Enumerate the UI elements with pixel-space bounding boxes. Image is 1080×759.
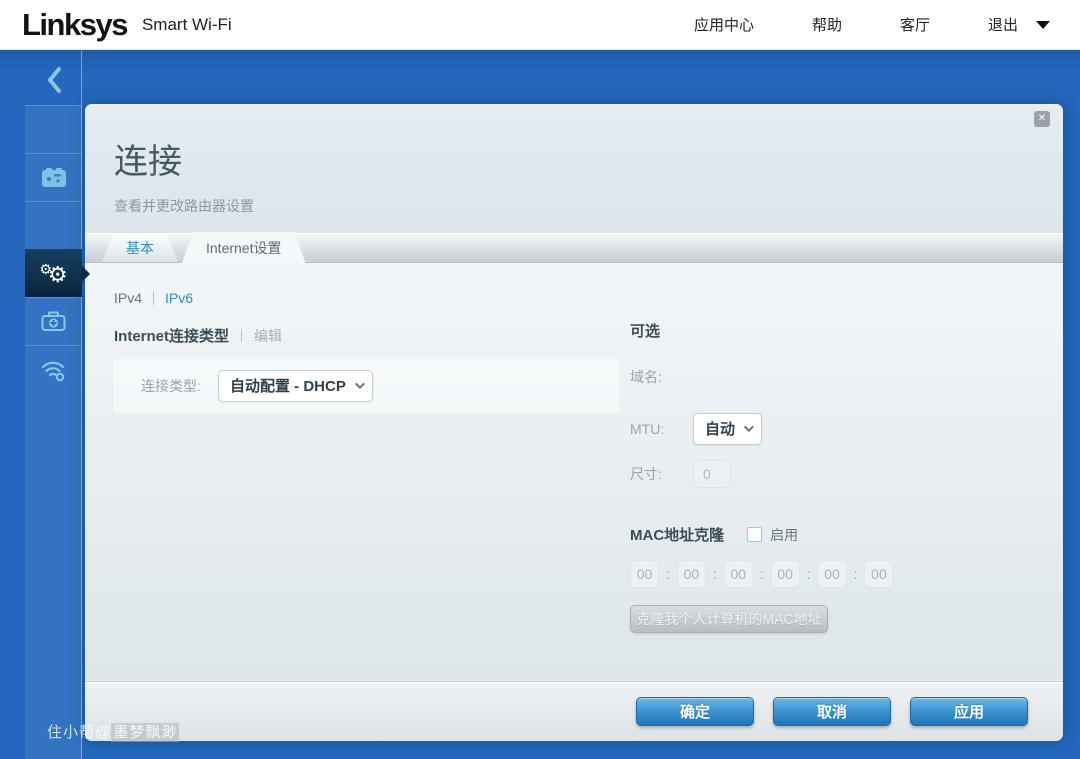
sidebar-item-troubleshooting[interactable]	[25, 297, 82, 345]
modal-header: 连接 查看并更改路由器设置	[85, 104, 1063, 233]
sidebar: ⚙⚙	[0, 50, 82, 759]
apply-button[interactable]: 应用	[910, 697, 1028, 726]
product-name: Smart Wi-Fi	[142, 15, 232, 35]
sidebar-item-settings-active[interactable]: ⚙⚙	[25, 249, 82, 297]
cancel-button[interactable]: 取消	[773, 697, 891, 726]
modal-footer: 确定 取消 应用	[85, 681, 1063, 741]
mac-address-inputs: 00 : 00 : 00 : 00 : 00 : 00	[630, 560, 1040, 588]
ok-button[interactable]: 确定	[636, 697, 754, 726]
tab-basic[interactable]: 基本	[102, 233, 178, 262]
connectivity-modal: ✕ 连接 查看并更改路由器设置 基本 Internet设置 IPv4 IPv6 …	[85, 104, 1063, 741]
nav-logout[interactable]: 退出	[988, 14, 1018, 35]
edit-link[interactable]: 编辑	[254, 326, 282, 346]
sidebar-item-3[interactable]	[25, 201, 82, 249]
mac-octet-4: 00	[771, 560, 800, 588]
section-title: Internet连接类型	[114, 325, 229, 346]
divider	[241, 329, 242, 342]
domain-row: 域名:	[630, 367, 1040, 387]
ipv4-link[interactable]: IPv4	[114, 290, 142, 306]
optional-column: 可选 域名: MTU: 自动 尺寸: 0 MAC地址克隆	[630, 263, 1040, 633]
logout-menu[interactable]: 退出	[988, 14, 1050, 35]
enable-checkbox[interactable]	[747, 527, 762, 542]
clone-mac-button: 克隆我个人计算机的MAC地址	[630, 605, 828, 633]
connection-type-select[interactable]: 自动配置 - DHCP	[218, 370, 373, 402]
top-bar: Linksys Smart Wi-Fi 应用中心 帮助 客厅 退出	[0, 0, 1080, 50]
connection-type-label: 连接类型:	[141, 376, 218, 396]
connection-column: IPv4 IPv6 Internet连接类型 编辑 连接类型: 自动配置 - D…	[114, 263, 619, 413]
watermark-name: 墨梦飘渺	[111, 723, 179, 742]
page-title: 连接	[114, 134, 1063, 183]
watermark-prefix: 住小帮@	[47, 724, 111, 741]
mac-separator: :	[854, 566, 858, 582]
close-icon[interactable]: ✕	[1034, 111, 1050, 127]
mac-separator: :	[807, 566, 811, 582]
sidebar-back-button[interactable]	[25, 58, 82, 102]
sidebar-item-1[interactable]	[25, 105, 82, 153]
mtu-row: MTU: 自动	[630, 413, 1040, 445]
troubleshooting-icon	[41, 311, 66, 332]
mtu-label: MTU:	[630, 421, 693, 437]
optional-title: 可选	[630, 320, 1040, 341]
mac-octet-3: 00	[724, 560, 753, 588]
nav-app-center[interactable]: 应用中心	[694, 14, 754, 35]
connection-type-value: 自动配置 - DHCP	[230, 375, 346, 396]
mac-octet-2: 00	[677, 560, 706, 588]
watermark: 住小帮@墨梦飘渺	[47, 721, 179, 742]
mac-clone-title: MAC地址克隆	[630, 524, 724, 545]
mac-separator: :	[713, 566, 717, 582]
mac-octet-5: 00	[818, 560, 847, 588]
connection-type-row: 连接类型: 自动配置 - DHCP	[114, 359, 619, 413]
chevron-down-icon	[744, 422, 754, 432]
mac-separator: :	[760, 566, 764, 582]
mac-octet-1: 00	[630, 560, 659, 588]
wireless-icon	[39, 358, 69, 382]
enable-label: 启用	[770, 525, 798, 545]
ipv6-link[interactable]: IPv6	[165, 290, 193, 306]
divider	[153, 291, 154, 305]
nav-help[interactable]: 帮助	[812, 14, 842, 35]
mtu-select[interactable]: 自动	[693, 413, 762, 445]
sidebar-item-devices[interactable]	[25, 153, 82, 201]
tab-content: IPv4 IPv6 Internet连接类型 编辑 连接类型: 自动配置 - D…	[85, 263, 1063, 680]
mac-octet-6: 00	[864, 560, 893, 588]
back-chevron-icon	[46, 67, 62, 93]
page-subtitle: 查看并更改路由器设置	[114, 196, 1063, 216]
workspace: ⚙⚙ ✕	[0, 50, 1080, 759]
size-input: 0	[693, 460, 731, 488]
linksys-logo: Linksys	[22, 7, 127, 43]
ip-version-switcher: IPv4 IPv6	[114, 290, 619, 306]
chevron-down-icon	[355, 379, 365, 389]
top-nav: 应用中心 帮助 客厅 退出	[694, 14, 1050, 35]
nav-router-name[interactable]: 客厅	[900, 14, 930, 35]
connection-type-header: Internet连接类型 编辑	[114, 325, 619, 346]
tab-bar: 基本 Internet设置	[85, 233, 1063, 263]
size-row: 尺寸: 0	[630, 460, 1040, 488]
tab-internet-settings[interactable]: Internet设置	[182, 232, 305, 263]
mac-separator: :	[666, 566, 670, 582]
mac-clone-header: MAC地址克隆 启用	[630, 524, 1040, 545]
mtu-value: 自动	[705, 418, 735, 439]
domain-label: 域名:	[630, 367, 693, 387]
sidebar-icon-column: ⚙⚙	[25, 105, 82, 759]
sidebar-item-wireless[interactable]	[25, 345, 82, 393]
logout-dropdown-icon[interactable]	[1036, 21, 1050, 29]
size-label: 尺寸:	[630, 464, 693, 484]
devices-icon	[40, 167, 68, 189]
settings-gears-icon: ⚙⚙	[39, 262, 67, 286]
